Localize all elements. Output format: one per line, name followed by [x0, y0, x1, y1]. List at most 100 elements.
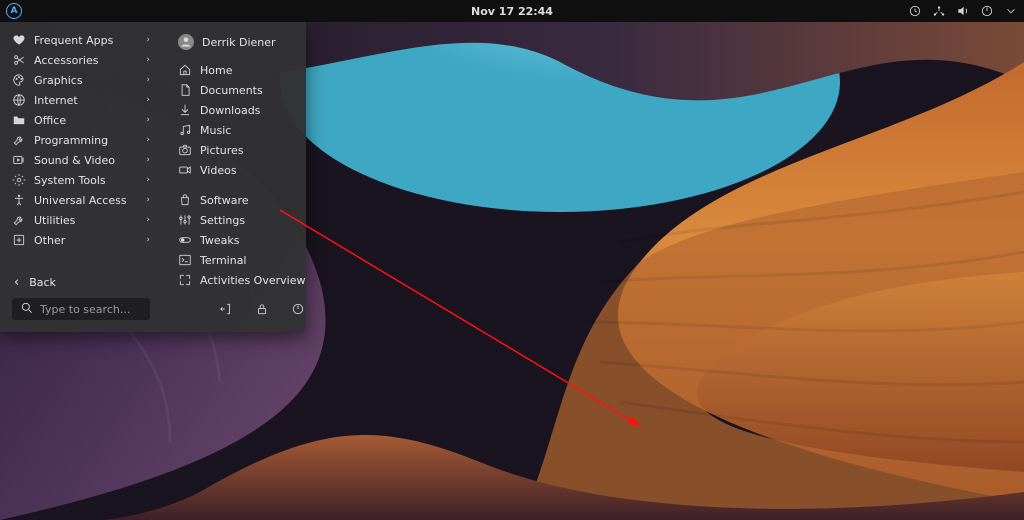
download-icon [178, 103, 192, 117]
media-icon [12, 153, 26, 167]
category-item-other[interactable]: Other › [6, 230, 156, 250]
menu-places-column: Derrik Diener Home Documents Downloads Musi… [162, 22, 321, 332]
place-item-downloads[interactable]: Downloads [172, 100, 311, 120]
chevron-right-icon: › [146, 155, 150, 165]
home-icon [178, 63, 192, 77]
place-item-videos[interactable]: Videos [172, 160, 311, 180]
system-item-terminal[interactable]: Terminal [172, 250, 311, 270]
chevron-left-icon: ‹ [14, 275, 19, 290]
category-item-accessories[interactable]: Accessories › [6, 50, 156, 70]
category-label: Universal Access [34, 194, 138, 207]
arch-logo-icon[interactable]: A [6, 3, 22, 19]
place-label: Documents [200, 84, 305, 97]
power-icon[interactable] [980, 4, 994, 18]
system-label: Terminal [200, 254, 305, 267]
category-label: Office [34, 114, 138, 127]
chevron-right-icon: › [146, 95, 150, 105]
system-label: Tweaks [200, 234, 305, 247]
place-item-home[interactable]: Home [172, 60, 311, 80]
session-buttons-row [172, 296, 311, 328]
category-label: Accessories [34, 54, 138, 67]
category-item-universal-access[interactable]: Universal Access › [6, 190, 156, 210]
category-label: Frequent Apps [34, 34, 138, 47]
system-item-settings[interactable]: Settings [172, 210, 311, 230]
scissors-icon [12, 53, 26, 67]
category-item-internet[interactable]: Internet › [6, 90, 156, 110]
menu-categories-column: Frequent Apps›Accessories›Graphics›Inter… [0, 22, 162, 332]
video-icon [178, 163, 192, 177]
chevron-right-icon: › [146, 235, 150, 245]
place-label: Downloads [200, 104, 305, 117]
place-label: Pictures [200, 144, 305, 157]
category-label: Programming [34, 134, 138, 147]
category-item-programming[interactable]: Programming › [6, 130, 156, 150]
plus-icon [12, 233, 26, 247]
chevron-right-icon: › [146, 75, 150, 85]
menu-user-row[interactable]: Derrik Diener [172, 30, 311, 54]
system-label: Settings [200, 214, 305, 227]
place-item-documents[interactable]: Documents [172, 80, 311, 100]
category-label: Graphics [34, 74, 138, 87]
place-item-music[interactable]: Music [172, 120, 311, 140]
search-icon [20, 301, 34, 318]
category-label: Other [34, 234, 138, 247]
bag-icon [178, 193, 192, 207]
doc-icon [178, 83, 192, 97]
tool-icon [12, 213, 26, 227]
terminal-icon [178, 253, 192, 267]
place-label: Music [200, 124, 305, 137]
network-icon[interactable] [932, 4, 946, 18]
globe-icon [12, 93, 26, 107]
chevron-right-icon: › [146, 35, 150, 45]
category-label: System Tools [34, 174, 138, 187]
shutdown-button[interactable] [289, 300, 307, 318]
chevron-right-icon: › [146, 135, 150, 145]
gear-icon [12, 173, 26, 187]
lock-button[interactable] [253, 300, 271, 318]
category-item-sound-video[interactable]: Sound & Video › [6, 150, 156, 170]
volume-icon[interactable] [956, 4, 970, 18]
camera-icon [178, 143, 192, 157]
update-indicator-icon[interactable] [908, 4, 922, 18]
top-bar: A Nov 17 22:44 [0, 0, 1024, 22]
chevron-right-icon: › [146, 175, 150, 185]
system-label: Software [200, 194, 305, 207]
system-tray [908, 4, 1018, 18]
category-label: Utilities [34, 214, 138, 227]
palette-icon [12, 73, 26, 87]
sliders-icon [178, 213, 192, 227]
menu-back-label: Back [29, 276, 56, 289]
chevron-right-icon: › [146, 55, 150, 65]
user-name-label: Derrik Diener [202, 36, 276, 49]
logout-button[interactable] [217, 300, 235, 318]
category-item-frequent-apps[interactable]: Frequent Apps › [6, 30, 156, 50]
chevron-right-icon: › [146, 195, 150, 205]
system-item-tweaks[interactable]: Tweaks [172, 230, 311, 250]
toggle-icon [178, 233, 192, 247]
category-label: Internet [34, 94, 138, 107]
place-label: Home [200, 64, 305, 77]
place-item-pictures[interactable]: Pictures [172, 140, 311, 160]
tray-chevron-down-icon[interactable] [1004, 4, 1018, 18]
category-item-utilities[interactable]: Utilities › [6, 210, 156, 230]
system-item-software[interactable]: Software [172, 190, 311, 210]
system-item-activities-overview[interactable]: Activities Overview [172, 270, 311, 290]
music-icon [178, 123, 192, 137]
folder-icon [12, 113, 26, 127]
clock-label[interactable]: Nov 17 22:44 [471, 5, 553, 18]
chevron-right-icon: › [146, 115, 150, 125]
menu-back-button[interactable]: ‹ Back [6, 272, 156, 292]
category-item-system-tools[interactable]: System Tools › [6, 170, 156, 190]
category-item-office[interactable]: Office › [6, 110, 156, 130]
menu-search-row [12, 298, 150, 320]
applications-menu: Frequent Apps›Accessories›Graphics›Inter… [0, 22, 306, 332]
expand-icon [178, 273, 192, 287]
category-item-graphics[interactable]: Graphics › [6, 70, 156, 90]
heart-icon [12, 33, 26, 47]
system-label: Activities Overview [200, 274, 305, 287]
chevron-right-icon: › [146, 215, 150, 225]
category-label: Sound & Video [34, 154, 138, 167]
place-label: Videos [200, 164, 305, 177]
user-avatar-icon [178, 34, 194, 50]
tool-icon [12, 133, 26, 147]
